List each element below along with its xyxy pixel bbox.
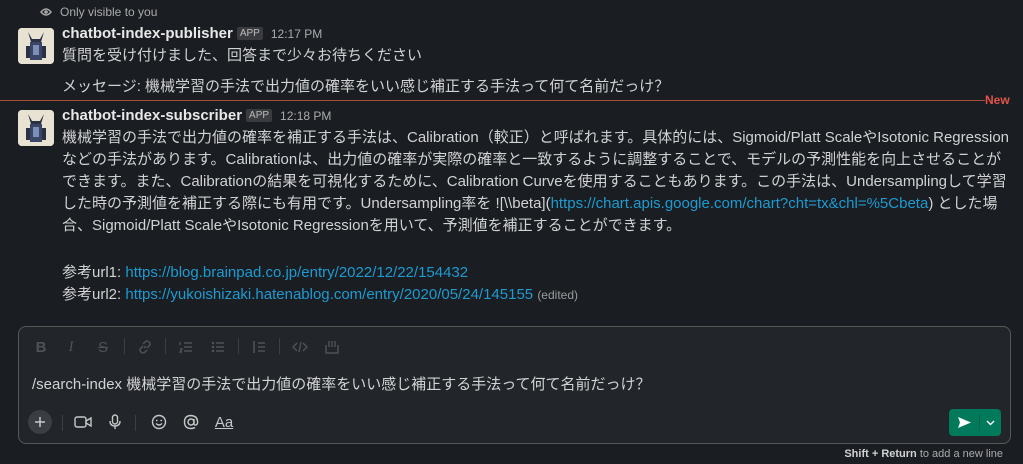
toolbar-separator [62,415,63,431]
link-button[interactable] [135,336,155,358]
reference-label: 参考url2: [62,286,126,303]
app-badge: APP [246,109,273,122]
microphone-icon [109,414,121,429]
ephemeral-note-text: Only visible to you [60,5,158,19]
inline-link[interactable]: https://chart.apis.google.com/chart?cht=… [551,195,929,212]
bot-avatar-icon [18,28,54,64]
video-camera-icon [74,416,92,428]
avatar-publisher[interactable] [18,28,54,64]
send-button[interactable] [949,416,979,429]
message-text: できます。また、Calibrationの結果を可視化するために、Calibrat… [62,173,1007,190]
timestamp[interactable]: 12:18 PM [280,109,331,123]
hint-key: Shift + Return [844,448,917,460]
schedule-send-button[interactable] [980,420,1001,426]
chevron-down-icon [986,420,995,425]
message-text-with-link: した時の予測値を補正する際にも有用です。Undersampling率を ![\\… [62,193,997,215]
send-icon [957,417,971,428]
edited-label: (edited) [537,288,578,302]
code-block-button[interactable] [322,336,342,358]
sender-name[interactable]: chatbot-index-publisher [62,25,233,42]
mention-button[interactable] [181,409,201,435]
message-header: chatbot-index-publisher APP 12:17 PM [62,25,322,42]
at-sign-icon [183,414,199,430]
smiley-icon [151,414,167,430]
message-text: メッセージ: 機械学習の手法で出力値の確率をいい感じ補正する手法って何て名前だっ… [62,78,670,95]
reference-label: 参考url1: [62,264,126,281]
formatting-toggle-button[interactable]: Aa [212,409,236,435]
code-button[interactable] [290,336,310,358]
app-badge: APP [236,27,263,40]
attach-button[interactable] [28,410,52,434]
message-text: 機械学習の手法で出力値の確率を補正する手法は、Calibration（較正）と呼… [62,129,1010,146]
message-header: chatbot-index-subscriber APP 12:18 PM [62,107,331,124]
message-text: 質問を受け付けました、回答まで少々お待ちください [62,47,423,64]
message-composer: B I S /search-index 機械学習の手法で出力値の確率をいい感じ補… [18,326,1011,444]
code-icon [292,341,308,353]
new-label: New [985,93,1010,107]
reference-link-1[interactable]: https://blog.brainpad.co.jp/entry/2022/1… [125,264,468,281]
toolbar-separator [165,338,166,354]
toolbar-separator [135,415,136,431]
bot-avatar-icon [18,110,54,146]
toolbar-separator [279,338,280,354]
plus-icon [35,417,45,427]
sender-name[interactable]: chatbot-index-subscriber [62,107,242,124]
timestamp[interactable]: 12:17 PM [271,27,322,41]
blockquote-icon [253,341,265,353]
message-input[interactable]: /search-index 機械学習の手法で出力値の確率をいい感じ補正する手法っ… [32,373,650,394]
reference-line-2: 参考url2: https://yukoishizaki.hatenablog.… [62,284,578,306]
bullet-list-button[interactable] [208,336,228,358]
toolbar-separator [124,338,125,354]
link-icon [139,340,151,354]
message-text: 合、Sigmoid/Platt ScaleやIsotonic Regressio… [62,217,682,234]
video-clip-button[interactable] [72,409,94,435]
composer-hint: Shift + Return to add a new line [844,448,1003,460]
emoji-button[interactable] [149,409,169,435]
message-text: などの手法があります。Calibrationは、出力値の確率が実際の確率と一致す… [62,151,1002,168]
audio-clip-button[interactable] [105,409,125,435]
italic-button[interactable]: I [62,336,80,358]
blockquote-button[interactable] [249,336,269,358]
reference-line-1: 参考url1: https://blog.brainpad.co.jp/entr… [62,262,468,284]
code-block-icon [325,341,339,354]
ephemeral-note: Only visible to you [40,5,157,19]
message-text: ) とした場 [928,195,998,212]
eye-icon [40,8,52,16]
hint-text: to add a new line [916,448,1003,460]
reference-link-2[interactable]: https://yukoishizaki.hatenablog.com/entr… [125,286,533,303]
bullet-list-icon [211,341,224,353]
strikethrough-button[interactable]: S [94,336,112,358]
ordered-list-icon [178,342,192,353]
avatar-subscriber[interactable] [18,110,54,146]
send-button-group [949,409,1001,436]
toolbar-separator [238,338,239,354]
ordered-list-button[interactable] [176,336,196,358]
new-messages-divider [0,100,985,101]
message-text: した時の予測値を補正する際にも有用です。Undersampling率を ![\\… [62,195,551,212]
bold-button[interactable]: B [32,336,50,358]
